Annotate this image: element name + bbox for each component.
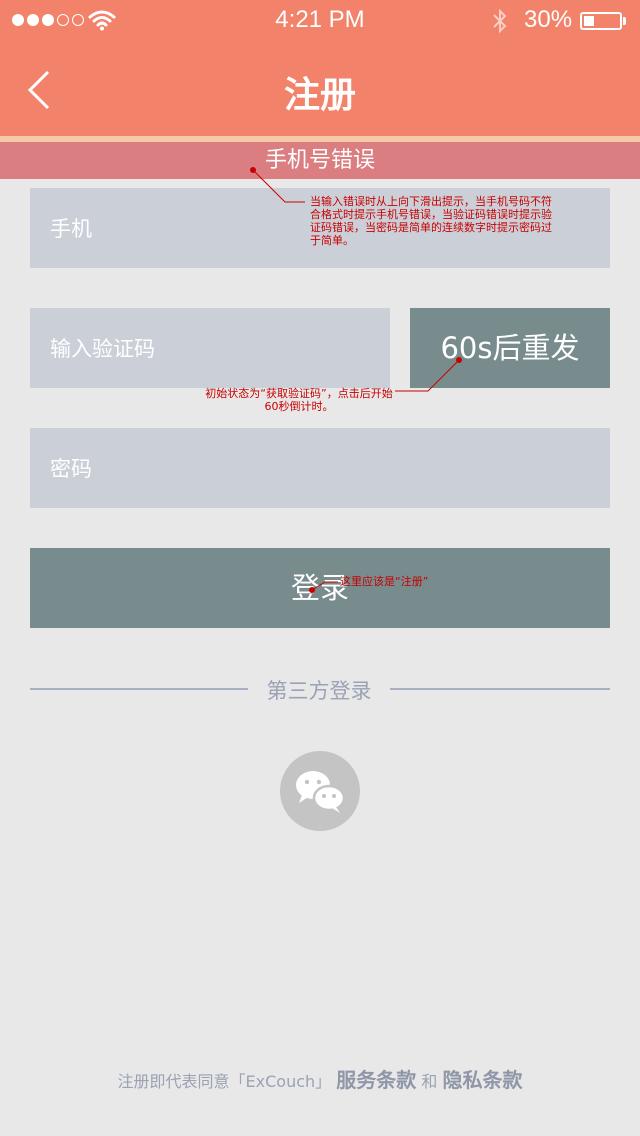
wechat-icon (296, 771, 346, 813)
password-placeholder: 密码 (50, 457, 92, 481)
phone-placeholder: 手机 (50, 217, 92, 241)
divider-left (30, 688, 248, 690)
code-placeholder: 输入验证码 (50, 337, 155, 361)
annotation-banner-note: 当输入错误时从上向下滑出提示，当手机号码不符合格式时提示手机号错误，当验证码错误… (310, 195, 552, 247)
error-banner: 手机号错误 (0, 142, 640, 179)
verification-code-input[interactable]: 输入验证码 (30, 308, 390, 388)
page-title: 注册 (283, 75, 356, 116)
terms-footer: 注册即代表同意「ExCouch」 服务条款 和 隐私条款 (0, 1064, 640, 1093)
third-party-label: 第三方登录 (266, 679, 372, 703)
nav-bar: 注册 (0, 40, 640, 136)
resend-code-button[interactable]: 60s后重发 (410, 308, 610, 388)
terms-prefix: 注册即代表同意「ExCouch」 (117, 1072, 332, 1091)
wechat-login-button[interactable] (280, 751, 360, 831)
terms-and: 和 (421, 1072, 438, 1091)
battery-percent: 30% (524, 6, 573, 33)
status-bar: 4:21 PM 30% (0, 0, 640, 40)
battery-icon (580, 12, 622, 30)
submit-button[interactable]: 登录 (30, 548, 610, 628)
password-input[interactable]: 密码 (30, 428, 610, 508)
annotation-resend-note: 初始状态为“获取验证码”，点击后开始60秒倒计时。 (205, 387, 393, 413)
annotation-submit-note: 这里应该是“注册” (340, 575, 429, 588)
privacy-terms-link[interactable]: 隐私条款 (442, 1068, 522, 1092)
bluetooth-icon (493, 8, 507, 34)
service-terms-link[interactable]: 服务条款 (336, 1068, 416, 1092)
divider-right (390, 688, 610, 690)
